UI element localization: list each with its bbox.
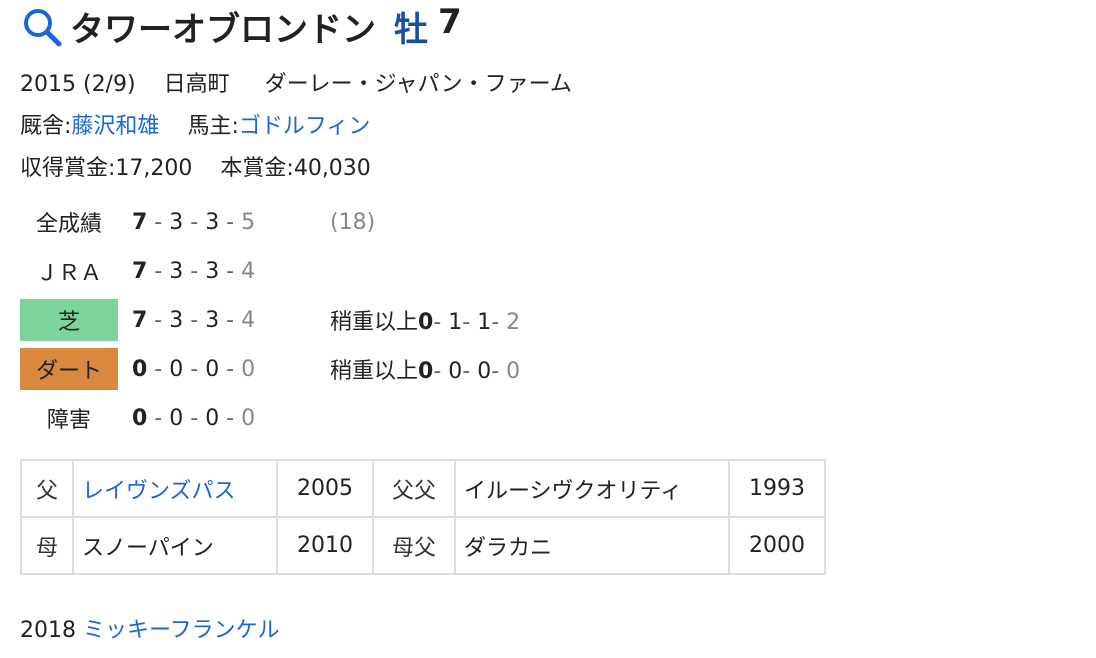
trainer-link[interactable]: 藤沢和雄 (71, 114, 159, 139)
prize-line: 収得賞金:17,200 本賞金:40,030 (20, 150, 371, 182)
record-numbers: 0 - 0 - 0 - 0 (132, 405, 256, 431)
birth-year: 2010 (276, 516, 374, 575)
record-row-all: 全成績 7 - 3 - 3 - 5 (18) (20, 200, 520, 244)
birth-year: 2005 (276, 459, 374, 518)
offspring-year: 2018 (20, 618, 76, 643)
sex-age: 牡 7 (394, 2, 462, 51)
grandsire-name: イルーシヴクオリティ (454, 459, 730, 518)
record-row-jra: ＪＲＡ 7 - 3 - 3 - 4 (20, 249, 520, 293)
owner-link[interactable]: ゴドルフィン (239, 114, 371, 139)
relation-label: 母 (20, 516, 74, 575)
prize-money: 本賞金:40,030 (220, 156, 371, 181)
horse-age: 7 (438, 2, 462, 42)
record-row-turf: 芝 7 - 3 - 3 - 4 稍重以上0- 1- 1- 2 (20, 298, 520, 342)
total-starts: (18) (330, 209, 376, 235)
record-numbers: 0 - 0 - 0 - 0 (132, 356, 256, 382)
title-row: タワーオブロンドン 牡 7 (20, 2, 462, 51)
relation-label: 父父 (372, 459, 456, 518)
heavy-track-record: 稍重以上0- 1- 1- 2 (330, 310, 521, 335)
offspring-line: 2018 ミッキーフランケル (20, 612, 280, 644)
relation-label: 母父 (372, 516, 456, 575)
record-numbers: 7 - 3 - 3 - 4 (132, 307, 256, 333)
record-table: 全成績 7 - 3 - 3 - 5 (18) ＪＲＡ 7 - 3 - 3 - 4… (20, 200, 520, 445)
horse-sex: 牡 (394, 10, 428, 50)
record-numbers: 7 - 3 - 3 - 4 (132, 258, 256, 284)
horse-name: タワーオブロンドン (70, 10, 376, 50)
birth-year: 2000 (728, 516, 826, 575)
breeder: ダーレー・ジャパン・ファーム (264, 72, 572, 97)
sire-cell: レイヴンズパス (72, 459, 278, 518)
pedigree-row-dam: 母 スノーパイン 2010 母父 ダラカニ 2000 (20, 516, 826, 575)
damsire-name: ダラカニ (454, 516, 730, 575)
dirt-badge: ダート (20, 348, 118, 390)
dam-name: スノーパイン (72, 516, 278, 575)
sire-link[interactable]: レイヴンズパス (82, 479, 236, 504)
search-icon[interactable] (20, 5, 64, 49)
birth-year: 1993 (728, 459, 826, 518)
pedigree-row-sire: 父 レイヴンズパス 2005 父父 イルーシヴクオリティ 1993 (20, 459, 826, 518)
record-label: 全成績 (35, 212, 102, 237)
record-label: ＪＲＡ (35, 261, 102, 286)
record-numbers: 7 - 3 - 3 - 5 (132, 209, 256, 235)
trainer-label: 厩舎: (20, 114, 72, 139)
owner-label: 馬主: (187, 114, 239, 139)
earnings: 収得賞金:17,200 (20, 156, 193, 181)
birth-area: 日高町 (163, 72, 230, 97)
heavy-track-record: 稍重以上0- 0- 0- 0 (330, 359, 521, 384)
record-label: 障害 (46, 408, 91, 433)
offspring-link[interactable]: ミッキーフランケル (83, 618, 280, 643)
birth-date: 2015 (2/9) (20, 72, 136, 97)
relation-label: 父 (20, 459, 74, 518)
pedigree-table: 父 レイヴンズパス 2005 父父 イルーシヴクオリティ 1993 母 スノーパ… (20, 459, 826, 575)
connections-line: 厩舎:藤沢和雄 馬主:ゴドルフィン (20, 108, 370, 140)
birth-info-line: 2015 (2/9) 日高町 ダーレー・ジャパン・ファーム (20, 66, 572, 98)
record-row-jump: 障害 0 - 0 - 0 - 0 (20, 396, 520, 440)
record-row-dirt: ダート 0 - 0 - 0 - 0 稍重以上0- 0- 0- 0 (20, 347, 520, 391)
turf-badge: 芝 (20, 299, 118, 341)
